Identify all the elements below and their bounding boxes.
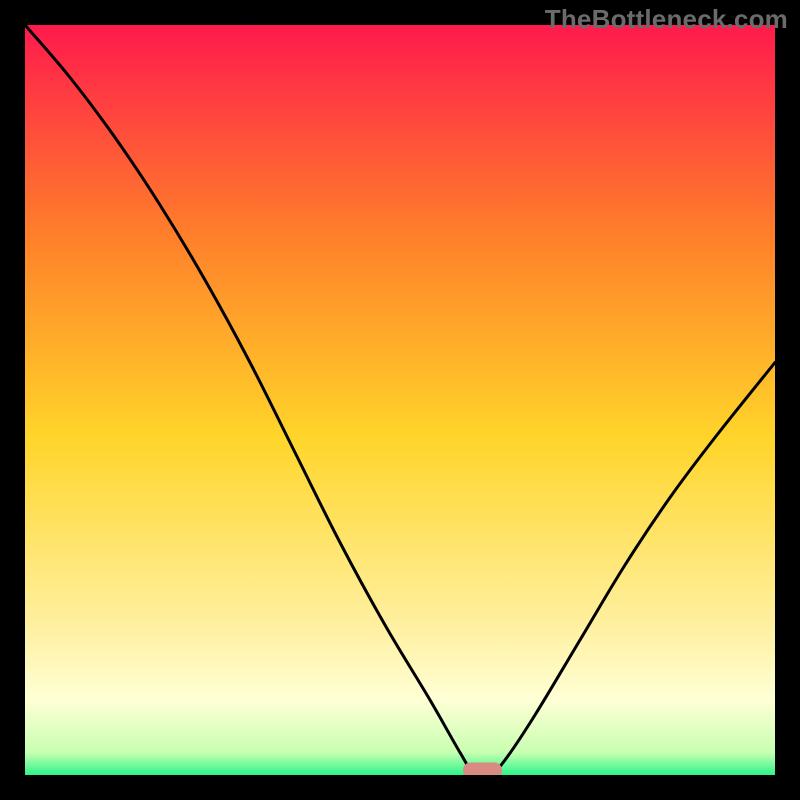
plot-area xyxy=(25,25,775,775)
watermark-text: TheBottleneck.com xyxy=(545,4,788,35)
plot-svg xyxy=(25,25,775,775)
gradient-background xyxy=(25,25,775,775)
optimal-marker xyxy=(464,763,502,775)
chart-frame: TheBottleneck.com xyxy=(0,0,800,800)
